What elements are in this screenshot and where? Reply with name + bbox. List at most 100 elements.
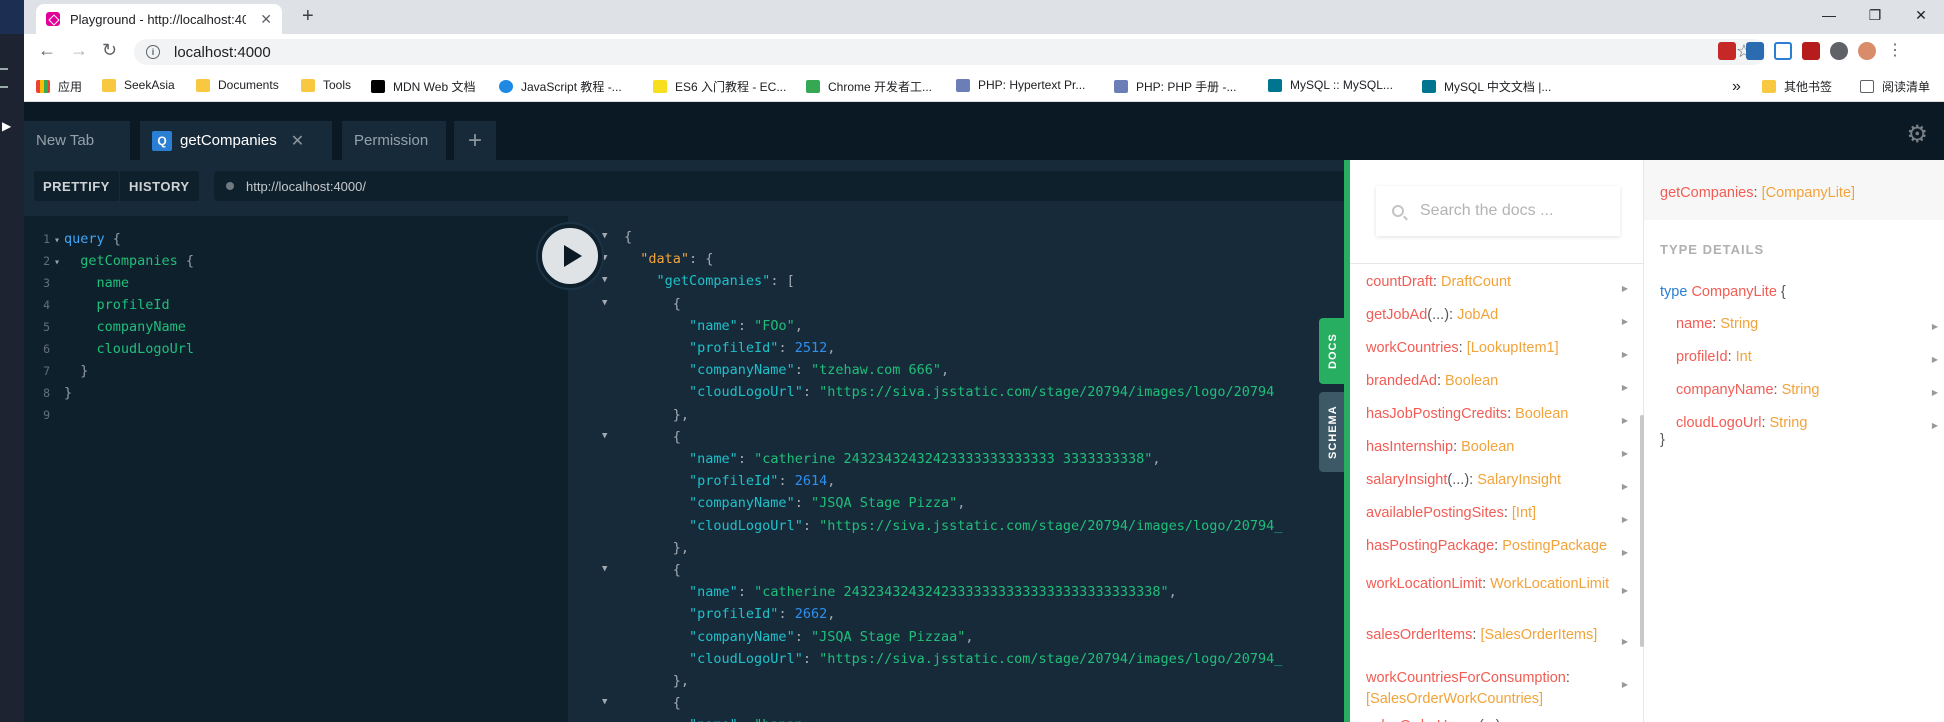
type-field-name[interactable]: name: String ▶ bbox=[1676, 316, 1944, 332]
code-token: name bbox=[64, 275, 130, 291]
bookmark-php-manual[interactable]: PHP: PHP 手册 -... bbox=[1114, 78, 1236, 95]
settings-gear-icon[interactable]: ⚙ bbox=[1906, 120, 1928, 149]
docs-field-getJobAd[interactable]: getJobAd(...): JobAd ▶ bbox=[1366, 305, 1634, 326]
result-token bbox=[624, 384, 689, 400]
close-tab-icon[interactable]: ✕ bbox=[260, 11, 272, 28]
folder-icon bbox=[196, 78, 210, 92]
docs-field-workCountriesForConsumption[interactable]: workCountriesForConsumption: [SalesOrder… bbox=[1366, 668, 1634, 710]
bookmarks-overflow-icon[interactable]: » bbox=[1732, 78, 1741, 96]
result-token: : bbox=[794, 495, 811, 512]
bookmark-label: Chrome 开发者工... bbox=[828, 80, 933, 94]
type-field-companyName[interactable]: companyName: String ▶ bbox=[1676, 382, 1944, 398]
bookmark-mysql[interactable]: MySQL :: MySQL... bbox=[1268, 78, 1393, 92]
extension-icon-red[interactable] bbox=[1802, 42, 1820, 60]
fold-arrow-icon[interactable]: ▼ bbox=[602, 231, 607, 241]
result-pane[interactable]: ▼ {▼ "data": {▼ "getCompanies": [▼ { "nam… bbox=[568, 216, 1344, 722]
field-type: String bbox=[1720, 316, 1759, 332]
docs-field-hasInternship[interactable]: hasInternship: Boolean ▶ bbox=[1366, 437, 1634, 458]
docs-field-brandedAd[interactable]: brandedAd: Boolean ▶ bbox=[1366, 371, 1634, 392]
mysql-icon bbox=[1268, 78, 1282, 92]
bookmark-tools[interactable]: Tools bbox=[301, 78, 351, 92]
bookmark-reading-list[interactable]: 阅读清单 bbox=[1860, 78, 1930, 95]
bookmark-php-hypertext[interactable]: PHP: Hypertext Pr... bbox=[956, 78, 1085, 92]
code-token: { bbox=[177, 253, 195, 269]
docs-field-hasJobPostingCredits[interactable]: hasJobPostingCredits: Boolean ▶ bbox=[1366, 404, 1634, 425]
prettify-button[interactable]: PRETTIFY bbox=[34, 171, 119, 201]
docs-field-salesOrderUsage[interactable]: salesOrderUsage(...): ▶ bbox=[1366, 716, 1634, 722]
result-token: : bbox=[737, 584, 755, 601]
result-token: "JSQA Stage Pizza" bbox=[810, 495, 958, 512]
result-token: 2662 bbox=[794, 606, 828, 623]
history-button[interactable]: HISTORY bbox=[120, 171, 199, 201]
selected-field-type[interactable]: [CompanyLite] bbox=[1762, 185, 1856, 201]
fold-gutter bbox=[50, 296, 64, 318]
bookmark-es6[interactable]: ES6 入门教程 - EC... bbox=[653, 78, 786, 95]
result-token: { bbox=[624, 295, 681, 312]
result-token bbox=[624, 251, 640, 267]
result-token: , bbox=[794, 317, 803, 334]
docs-field-salaryInsight[interactable]: salaryInsight(...): SalaryInsight ▶ bbox=[1366, 470, 1634, 491]
docs-field-salesOrderItems[interactable]: salesOrderItems: [SalesOrderItems] ▶ bbox=[1366, 625, 1634, 646]
result-token: : bbox=[737, 317, 755, 334]
type-field-profileId[interactable]: profileId: Int ▶ bbox=[1676, 349, 1944, 365]
bookmark-javascript[interactable]: JavaScript 教程 -... bbox=[499, 78, 622, 95]
bookmark-chrome-devtools[interactable]: Chrome 开发者工... bbox=[806, 78, 932, 95]
address-bar[interactable]: i localhost:4000 ☆ bbox=[134, 39, 1766, 65]
tab-getcompanies[interactable]: Q getCompanies ✕ bbox=[140, 121, 332, 160]
extensions-puzzle-icon[interactable] bbox=[1830, 42, 1848, 60]
docs-field-countDraft[interactable]: countDraft: DraftCount ▶ bbox=[1366, 272, 1634, 293]
result-token: : bbox=[738, 717, 754, 722]
site-info-icon[interactable]: i bbox=[146, 45, 160, 59]
reload-icon[interactable]: ↻ bbox=[102, 40, 117, 61]
chevron-right-icon: ▶ bbox=[1621, 482, 1628, 491]
field-type: [SalesOrderItems] bbox=[1480, 627, 1598, 643]
browser-menu-icon[interactable]: ⋮ bbox=[1886, 42, 1904, 60]
fold-arrow-icon[interactable]: ▾ bbox=[50, 230, 64, 252]
back-icon[interactable]: ← bbox=[38, 40, 56, 61]
tab-permission[interactable]: Permission bbox=[342, 121, 446, 160]
docs-search-input[interactable]: Search the docs ... bbox=[1376, 186, 1620, 236]
fold-arrow-icon[interactable]: ▼ bbox=[602, 253, 607, 263]
bookmark-mysql-cn[interactable]: MySQL 中文文档 |... bbox=[1422, 78, 1551, 95]
new-tab-icon[interactable]: + bbox=[302, 5, 314, 28]
docs-field-availablePostingSites[interactable]: availablePostingSites: [Int] ▶ bbox=[1366, 503, 1634, 524]
fold-arrow-icon[interactable]: ▼ bbox=[602, 275, 607, 285]
fold-arrow-icon[interactable]: ▼ bbox=[602, 431, 607, 441]
schema-tab[interactable]: SCHEMA bbox=[1319, 392, 1347, 472]
field-name: companyName bbox=[1676, 382, 1774, 398]
bookmark-other[interactable]: 其他书签 bbox=[1762, 78, 1832, 95]
extension-icon-s[interactable] bbox=[1746, 42, 1764, 60]
endpoint-input[interactable]: http://localhost:4000/ bbox=[214, 171, 1344, 201]
execute-query-button[interactable] bbox=[538, 224, 602, 288]
angular-extension-icon[interactable] bbox=[1718, 42, 1736, 60]
docs-tab[interactable]: DOCS bbox=[1319, 318, 1347, 384]
result-line: { bbox=[624, 426, 681, 448]
close-tab-icon[interactable]: ✕ bbox=[291, 131, 304, 151]
bookmark-apps[interactable]: 应用 bbox=[36, 78, 82, 95]
forward-icon[interactable]: → bbox=[70, 40, 88, 61]
browser-tab-active[interactable]: Playground - http://localhost:4000 ✕ bbox=[36, 4, 282, 34]
fold-arrow-icon[interactable]: ▼ bbox=[602, 298, 607, 308]
bookmark-seekasia[interactable]: SeekAsia bbox=[102, 78, 175, 92]
extension-icon-wave[interactable] bbox=[1774, 42, 1792, 60]
add-tab-button[interactable]: + bbox=[454, 121, 496, 160]
minimize-icon[interactable]: — bbox=[1806, 0, 1852, 30]
close-window-icon[interactable]: ✕ bbox=[1898, 0, 1944, 30]
profile-avatar[interactable] bbox=[1858, 42, 1876, 60]
query-editor[interactable]: 1 ▾ query {2 ▾ getCompanies {3 name 4 profil… bbox=[24, 216, 568, 722]
bookmark-mdn[interactable]: MDN Web 文档 bbox=[371, 78, 475, 95]
fold-arrow-icon[interactable]: ▾ bbox=[50, 252, 64, 274]
fold-gutter bbox=[50, 340, 64, 362]
docs-field-workCountries[interactable]: workCountries: [LookupItem1] ▶ bbox=[1366, 338, 1634, 359]
docs-field-hasPostingPackage[interactable]: hasPostingPackage: PostingPackage ▶ bbox=[1366, 536, 1634, 557]
tab-new-tab[interactable]: New Tab bbox=[24, 121, 130, 160]
restore-icon[interactable]: ❐ bbox=[1852, 0, 1898, 30]
fold-arrow-icon[interactable]: ▼ bbox=[602, 697, 607, 707]
fold-arrow-icon[interactable]: ▼ bbox=[602, 564, 607, 574]
type-field-cloudLogoUrl[interactable]: cloudLogoUrl: String ▶ bbox=[1676, 415, 1944, 431]
tab-label: getCompanies bbox=[180, 132, 277, 149]
result-token: "companyName" bbox=[689, 495, 795, 512]
docs-field-workLocationLimit[interactable]: workLocationLimit: WorkLocationLimit ▶ bbox=[1366, 574, 1634, 595]
bookmark-documents[interactable]: Documents bbox=[196, 78, 279, 92]
line-number: 3 bbox=[24, 272, 50, 294]
